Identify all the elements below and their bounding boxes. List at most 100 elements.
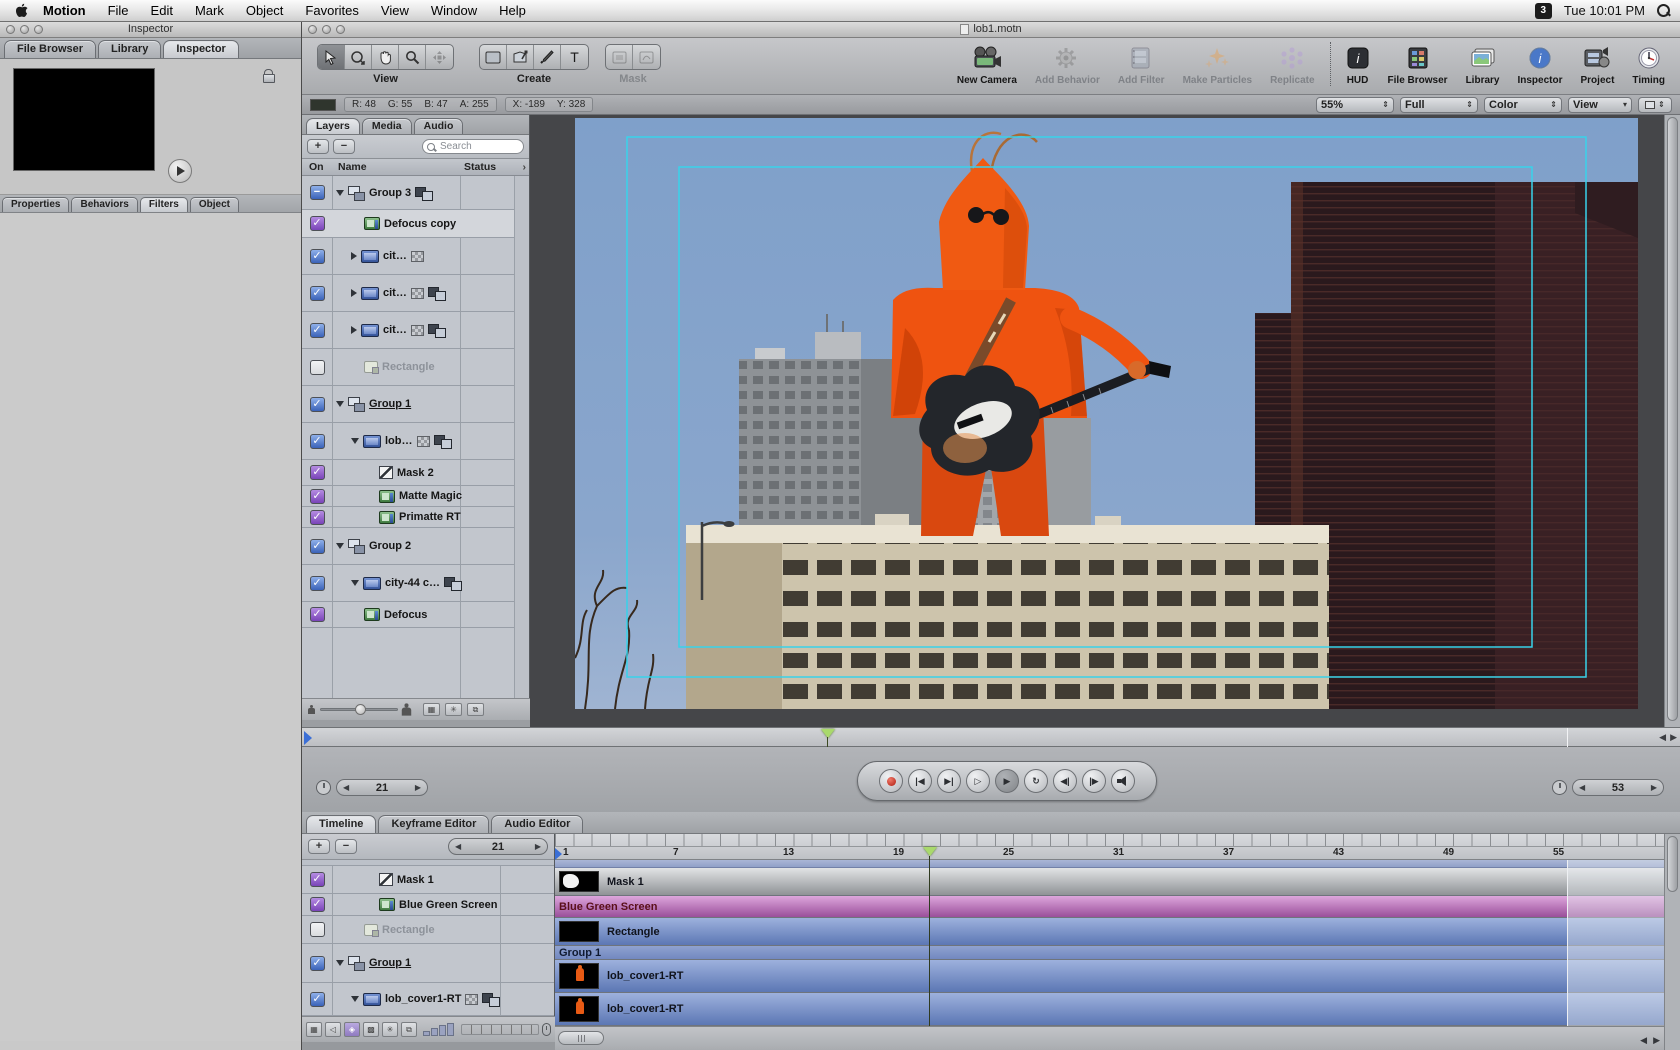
layer-row-defocus[interactable]: ✓Defocus [302,602,529,628]
disclosure-triangle[interactable] [336,190,344,196]
track-bar-blue-green-screen[interactable]: Blue Green Screen [555,896,1664,918]
timeline-playhead[interactable] [923,847,937,856]
layer-checkbox[interactable]: ✓ [310,249,325,264]
select-transform-tool[interactable] [318,45,345,69]
menu-view[interactable]: View [370,0,420,22]
opacity-chip-icon[interactable] [411,288,424,299]
disclosure-triangle[interactable] [351,252,357,260]
subtab-properties[interactable]: Properties [2,197,69,212]
close-button[interactable] [308,25,317,34]
layer-checkbox[interactable] [310,360,325,375]
blend-mode-icon[interactable] [428,324,445,336]
play-button[interactable]: ▶ [995,769,1019,793]
layer-row-mask-1[interactable]: ✓Mask 1 [302,866,554,894]
menu-mark[interactable]: Mark [184,0,235,22]
layer-row-group-1[interactable]: ✓Group 1 [302,386,529,423]
layer-row-rectangle[interactable]: Rectangle [302,916,554,944]
inspector-titlebar[interactable]: Inspector [0,22,301,38]
timeline-vertical-scrollbar[interactable] [1664,834,1680,1050]
layer-checkbox[interactable]: ✓ [310,539,325,554]
tab-audio[interactable]: Audio [414,118,464,134]
tab-layers[interactable]: Layers [306,118,360,134]
show-masks-button[interactable]: ⧉ [467,703,484,716]
disclosure-triangle[interactable] [351,580,359,586]
show-masks-button[interactable]: ▩ [363,1022,379,1037]
timecode-display-icon[interactable] [316,780,331,795]
layer-checkbox[interactable]: ✓ [310,897,325,912]
layer-checkbox[interactable]: ✓ [310,397,325,412]
layer-checkbox[interactable]: ✓ [310,872,325,887]
menu-edit[interactable]: Edit [140,0,184,22]
replicate-button[interactable]: Replicate [1261,43,1323,86]
step-forward-button[interactable]: |▶ [1082,769,1106,793]
timeline-remove-button[interactable]: − [335,839,357,854]
bezier-mask-tool[interactable] [633,45,660,69]
layer-checkbox[interactable]: ✓ [310,323,325,338]
column-expander-icon[interactable]: › [523,161,527,173]
layer-checkbox[interactable]: ✓ [310,434,325,449]
track-bar-lob-cover1-rt[interactable]: lob_cover1-RT [555,960,1664,993]
timeline-horizontal-scrollbar[interactable]: ◀ ▶ [555,1026,1664,1050]
zoom-tool[interactable] [399,45,426,69]
blend-mode-icon[interactable] [415,187,432,199]
tab-timeline[interactable]: Timeline [306,815,376,833]
frame-up-arrow[interactable]: ▶ [415,783,421,792]
make-particles-button[interactable]: Make Particles [1174,43,1262,86]
spotlight-icon[interactable] [1657,4,1670,17]
tab-inspector[interactable]: Inspector [163,40,239,58]
layer-checkbox[interactable] [310,922,325,937]
show-keyframes-button[interactable]: ◈ [344,1022,360,1037]
add-behavior-button[interactable]: Add Behavior [1026,43,1109,86]
row-size-slider[interactable] [320,708,398,711]
hud-button[interactable]: iHUD [1337,43,1379,86]
project-button[interactable]: Project [1572,43,1624,86]
layer-checkbox[interactable]: ✓ [310,216,325,231]
apple-menu[interactable] [10,3,32,18]
subtab-behaviors[interactable]: Behaviors [71,197,137,212]
video-frame[interactable] [575,118,1638,709]
scrub-left-arrow[interactable]: ◀ [1659,732,1666,743]
tab-keyframe-editor[interactable]: Keyframe Editor [378,815,489,833]
loop-button[interactable]: ↻ [1024,769,1048,793]
timeline-scroll-left[interactable]: ◀ [1640,1035,1647,1046]
timeline-frame-field[interactable]: ◀ 21 ▶ [448,838,548,855]
layers-scrollbar[interactable] [514,176,529,698]
channel-popup[interactable]: Color⇕ [1484,97,1562,113]
track-bar-rectangle[interactable]: Rectangle [555,918,1664,946]
layer-row-matte-magic[interactable]: ✓Matte Magic [302,486,529,507]
layer-checkbox[interactable]: ✓ [310,956,325,971]
disclosure-triangle[interactable] [351,996,359,1002]
disclosure-triangle[interactable] [351,326,357,334]
duration-up-arrow[interactable]: ▶ [1651,783,1657,792]
show-overlaps-button[interactable]: ⧉ [401,1022,417,1037]
duration-field[interactable]: ◀ 53 ▶ [1572,779,1664,796]
layer-row-lob-cover1-rt[interactable]: ✓lob_cover1-RT [302,983,554,1016]
show-video-tracks-button[interactable]: ▦ [306,1022,322,1037]
canvas-vertical-scrollbar[interactable] [1664,115,1680,727]
scrub-right-arrow[interactable]: ▶ [1670,732,1677,743]
layer-row-cit-[interactable]: ✓cit… [302,312,529,349]
layer-row-rectangle[interactable]: Rectangle [302,349,529,386]
scrollbar-thumb[interactable] [558,1031,604,1045]
bezier-tool[interactable] [507,45,534,69]
layer-checkbox[interactable]: ✓ [310,510,325,525]
menubar-clock[interactable]: Tue 10:01 PM [1564,3,1645,18]
layer-checkbox[interactable]: ✓ [310,576,325,591]
tab-audio-editor[interactable]: Audio Editor [491,815,583,833]
layer-row-group-2[interactable]: ✓Group 2 [302,528,529,565]
layer-row-lob-[interactable]: ✓lob… [302,423,529,460]
tab-media[interactable]: Media [362,118,412,134]
add-filter-button[interactable]: Add Filter [1109,43,1174,86]
current-frame-field[interactable]: ◀ 21 ▶ [336,779,428,796]
mini-timeline-scrubber[interactable]: ◀▶ [302,727,1680,747]
rectangle-tool[interactable] [480,45,507,69]
layer-checkbox[interactable]: ✓ [310,607,325,622]
show-audio-tracks-button[interactable]: ◁ [325,1022,341,1037]
close-button[interactable] [6,25,15,34]
layer-row-cit-[interactable]: ✓cit… [302,238,529,275]
zoom-button[interactable] [336,25,345,34]
tab-file-browser[interactable]: File Browser [4,40,96,58]
track-height-control[interactable] [423,1023,454,1036]
view-options-popup[interactable]: View▾ [1568,97,1632,113]
blend-mode-icon[interactable] [482,993,499,1005]
